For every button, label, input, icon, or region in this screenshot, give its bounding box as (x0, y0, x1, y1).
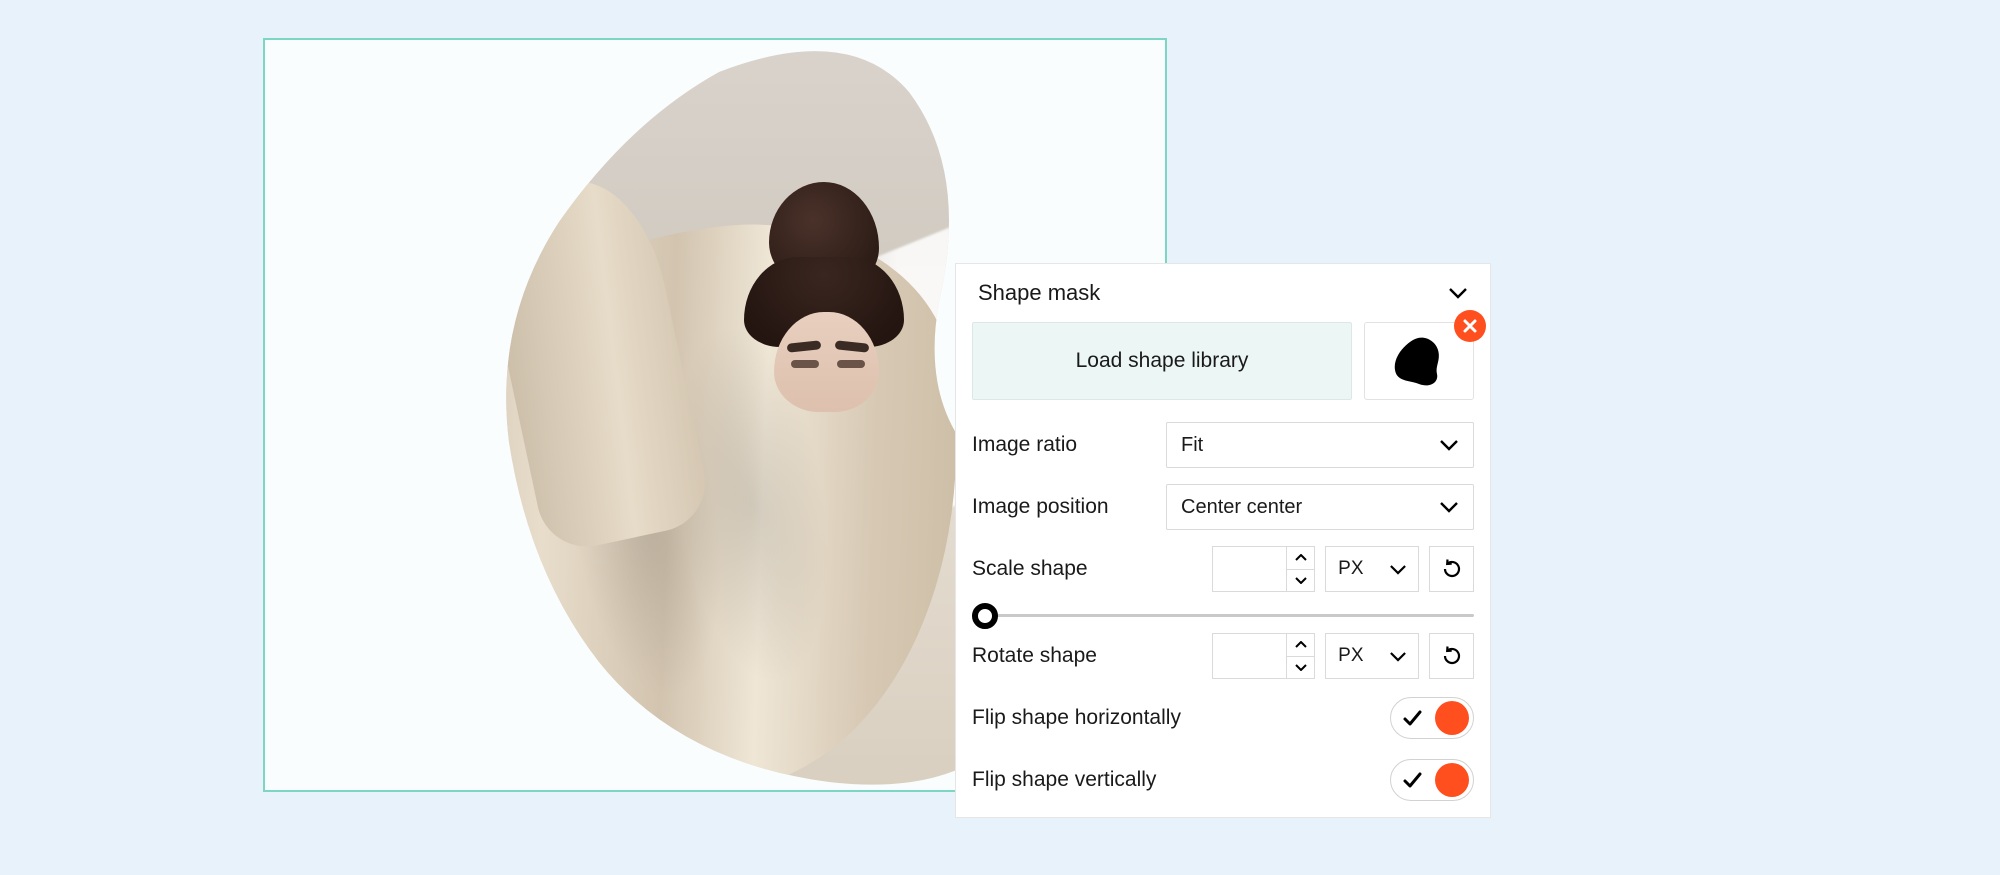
chevron-up-icon (1295, 641, 1307, 649)
chevron-down-icon (1390, 651, 1406, 662)
flip-horizontal-toggle[interactable] (1390, 697, 1474, 739)
scale-slider[interactable] (972, 614, 1474, 617)
rotate-decrement-button[interactable] (1287, 657, 1314, 679)
flip-vertical-label: Flip shape vertically (972, 768, 1156, 792)
scale-decrement-button[interactable] (1287, 570, 1314, 592)
scale-unit-select[interactable]: PX (1325, 546, 1419, 592)
scale-shape-value (1213, 547, 1286, 591)
remove-shape-button[interactable] (1454, 310, 1486, 342)
scale-reset-button[interactable] (1429, 546, 1474, 592)
image-ratio-value: Fit (1181, 434, 1203, 457)
rotate-increment-button[interactable] (1287, 634, 1314, 657)
scale-unit-value: PX (1338, 558, 1363, 580)
image-position-value: Center center (1181, 496, 1302, 519)
slider-thumb[interactable] (972, 603, 998, 629)
flip-horizontal-label: Flip shape horizontally (972, 706, 1181, 730)
rotate-reset-button[interactable] (1429, 633, 1474, 679)
chevron-down-icon (1448, 283, 1468, 303)
check-icon (1395, 769, 1429, 791)
load-shape-library-button[interactable]: Load shape library (972, 322, 1352, 400)
panel-header[interactable]: Shape mask (956, 264, 1490, 322)
scale-shape-label: Scale shape (972, 557, 1202, 581)
close-icon (1462, 318, 1478, 334)
check-icon (1395, 707, 1429, 729)
reset-icon (1441, 558, 1463, 580)
chevron-up-icon (1295, 554, 1307, 562)
reset-icon (1441, 645, 1463, 667)
image-position-label: Image position (972, 495, 1154, 519)
rotate-shape-label: Rotate shape (972, 644, 1202, 668)
chevron-down-icon (1295, 663, 1307, 671)
rotate-shape-input[interactable] (1212, 633, 1315, 679)
toggle-knob (1435, 701, 1469, 735)
image-position-select[interactable]: Center center (1166, 484, 1474, 530)
scale-increment-button[interactable] (1287, 547, 1314, 570)
image-ratio-label: Image ratio (972, 433, 1154, 457)
chevron-down-icon (1439, 435, 1459, 455)
rotate-shape-value (1213, 634, 1286, 678)
scale-shape-input[interactable] (1212, 546, 1315, 592)
chevron-down-icon (1439, 497, 1459, 517)
toggle-knob (1435, 763, 1469, 797)
chevron-down-icon (1390, 564, 1406, 575)
shape-mask-panel: Shape mask Load shape library Image rati… (955, 263, 1491, 818)
shape-preview[interactable] (1364, 322, 1474, 400)
flip-vertical-toggle[interactable] (1390, 759, 1474, 801)
load-shape-library-label: Load shape library (1076, 349, 1249, 373)
rotate-unit-select[interactable]: PX (1325, 633, 1419, 679)
chevron-down-icon (1295, 576, 1307, 584)
panel-title: Shape mask (978, 280, 1100, 306)
blob-icon (1391, 336, 1447, 386)
image-ratio-select[interactable]: Fit (1166, 422, 1474, 468)
rotate-unit-value: PX (1338, 645, 1363, 667)
